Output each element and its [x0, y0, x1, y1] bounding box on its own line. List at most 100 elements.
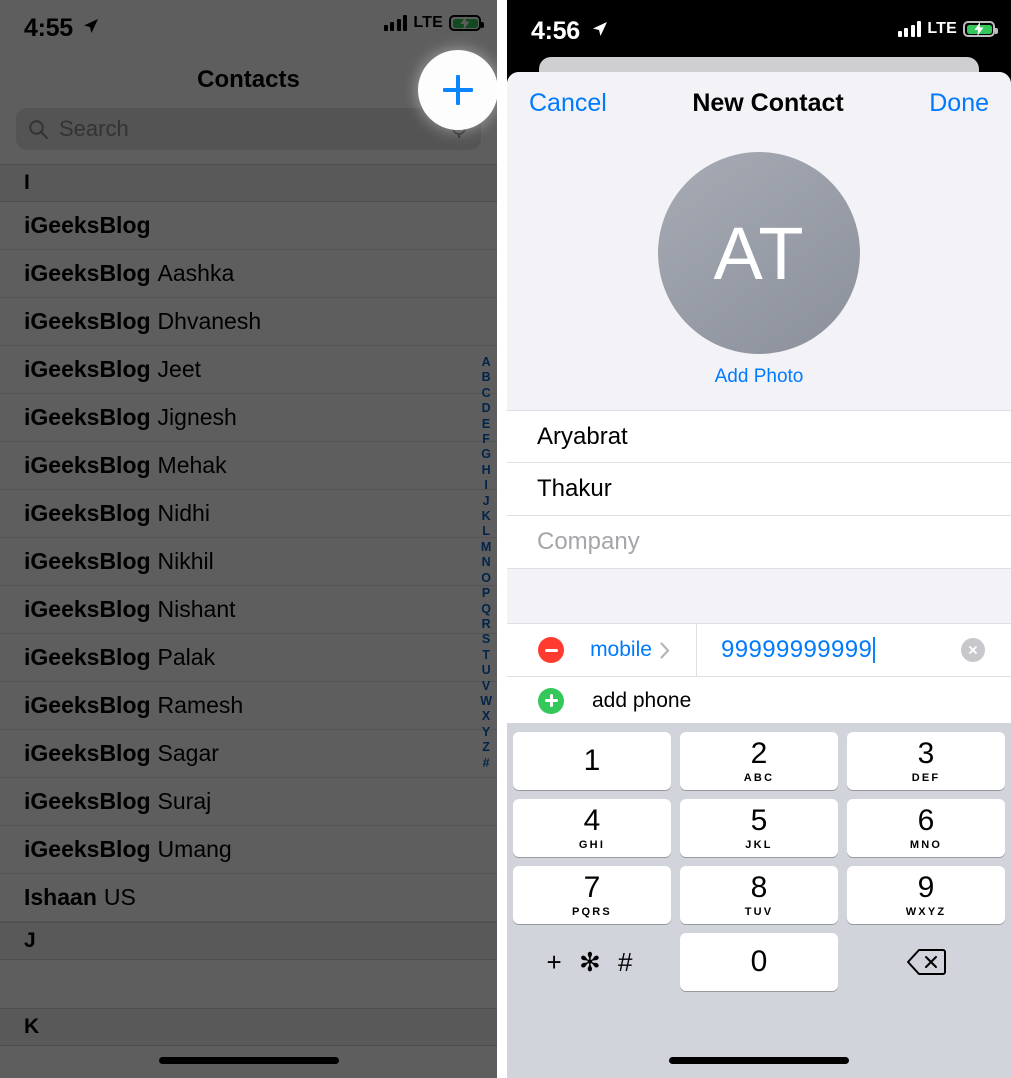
- index-letter[interactable]: K: [482, 509, 491, 524]
- keypad-row: 7 PQRS 8 TUV 9 WXYZ: [513, 866, 1005, 924]
- delete-key[interactable]: [847, 933, 1005, 991]
- last-name-field[interactable]: Thakur: [507, 463, 1011, 516]
- list-item[interactable]: iGeeksBlog: [0, 202, 497, 250]
- index-letter[interactable]: O: [481, 571, 491, 586]
- list-item[interactable]: iGeeksBlog Jignesh: [0, 394, 497, 442]
- index-letter[interactable]: N: [482, 555, 491, 570]
- key-3[interactable]: 3 DEF: [847, 732, 1005, 790]
- key-6[interactable]: 6 MNO: [847, 799, 1005, 857]
- key-digit: 5: [750, 803, 768, 837]
- section-header-k: K: [0, 1008, 497, 1046]
- contact-last-name: iGeeksBlog: [24, 452, 151, 478]
- index-letter[interactable]: X: [482, 709, 490, 724]
- index-letter[interactable]: B: [482, 370, 491, 385]
- key-8[interactable]: 8 TUV: [680, 866, 838, 924]
- numeric-keypad[interactable]: 1 2 ABC 3 DEF 4 GHI 5 JKL 6 MNO 7 PQRS 8…: [507, 723, 1011, 1078]
- search-placeholder: Search: [59, 116, 129, 141]
- add-phone-row[interactable]: add phone: [507, 677, 1011, 724]
- charging-bolt-icon: [974, 22, 984, 36]
- index-letter[interactable]: E: [482, 417, 490, 432]
- done-button[interactable]: Done: [929, 89, 989, 118]
- search-input[interactable]: Search: [16, 108, 481, 150]
- index-letter[interactable]: S: [482, 632, 490, 647]
- index-letter[interactable]: L: [482, 524, 490, 539]
- key-4[interactable]: 4 GHI: [513, 799, 671, 857]
- list-item[interactable]: iGeeksBlog Sagar: [0, 730, 497, 778]
- add-photo-button[interactable]: Add Photo: [715, 366, 804, 388]
- list-item[interactable]: iGeeksBlog Suraj: [0, 778, 497, 826]
- phone-label-selector[interactable]: mobile: [564, 624, 697, 676]
- right-phone-screen: 4:56 LTE Cancel New Contact Done AT Add …: [507, 0, 1011, 1078]
- index-letter[interactable]: M: [481, 540, 491, 555]
- list-item[interactable]: iGeeksBlog Nidhi: [0, 490, 497, 538]
- list-item[interactable]: iGeeksBlog Nishant: [0, 586, 497, 634]
- phone-number-input[interactable]: 99999999999: [697, 636, 1011, 664]
- list-item[interactable]: iGeeksBlog Jeet: [0, 346, 497, 394]
- contacts-list[interactable]: I iGeeksBlog iGeeksBlog Aashka iGeeksBlog…: [0, 164, 497, 1078]
- dual-screenshot: 4:55 LTE Contacts Search I iGeeksBlog iG…: [0, 0, 1011, 1078]
- avatar[interactable]: AT: [658, 152, 860, 354]
- list-item[interactable]: iGeeksBlog Palak: [0, 634, 497, 682]
- keypad-row: 1 2 ABC 3 DEF: [513, 732, 1005, 790]
- first-name-field[interactable]: Aryabrat: [507, 410, 1011, 463]
- index-letter[interactable]: I: [484, 478, 487, 493]
- plus-circle-icon[interactable]: [538, 687, 564, 714]
- symbols-label: + ✻ #: [546, 946, 638, 977]
- key-1[interactable]: 1: [513, 732, 671, 790]
- contact-last-name: iGeeksBlog: [24, 404, 151, 430]
- list-item[interactable]: iGeeksBlog Dhvanesh: [0, 298, 497, 346]
- index-letter[interactable]: R: [482, 617, 491, 632]
- index-letter[interactable]: W: [480, 694, 492, 709]
- index-letter[interactable]: Z: [482, 740, 490, 755]
- keypad-row: 4 GHI 5 JKL 6 MNO: [513, 799, 1005, 857]
- key-0[interactable]: 0: [680, 933, 838, 991]
- list-item[interactable]: iGeeksBlog Ramesh: [0, 682, 497, 730]
- contact-last-name: iGeeksBlog: [24, 836, 151, 862]
- index-letter[interactable]: A: [482, 355, 491, 370]
- index-letter[interactable]: V: [482, 679, 490, 694]
- key-5[interactable]: 5 JKL: [680, 799, 838, 857]
- contact-last-name: iGeeksBlog: [24, 548, 151, 574]
- phone-entry-row: mobile 99999999999: [507, 624, 1011, 677]
- key-letters: MNO: [909, 838, 943, 851]
- minus-circle-icon[interactable]: [538, 637, 564, 663]
- key-digit: 6: [917, 803, 935, 837]
- index-letter[interactable]: U: [482, 663, 491, 678]
- status-bar: 4:55 LTE: [0, 0, 497, 52]
- cancel-button[interactable]: Cancel: [529, 89, 607, 118]
- list-item[interactable]: Ishaan US: [0, 874, 497, 922]
- status-bar: 4:56 LTE: [507, 0, 1011, 60]
- key-symbols[interactable]: + ✻ #: [513, 933, 671, 991]
- key-9[interactable]: 9 WXYZ: [847, 866, 1005, 924]
- list-item[interactable]: iGeeksBlog Nikhil: [0, 538, 497, 586]
- location-arrow-icon: [84, 19, 98, 33]
- search-icon: [29, 119, 48, 139]
- index-letter[interactable]: G: [481, 447, 491, 462]
- list-item[interactable]: iGeeksBlog Aashka: [0, 250, 497, 298]
- keypad-row: + ✻ # 0: [513, 933, 1005, 991]
- index-letter[interactable]: #: [483, 756, 490, 771]
- key-digit: 0: [750, 945, 768, 978]
- key-digit: 7: [583, 870, 601, 904]
- index-letter[interactable]: P: [482, 586, 490, 601]
- key-2[interactable]: 2 ABC: [680, 732, 838, 790]
- index-letter[interactable]: C: [482, 386, 491, 401]
- empty-row: [0, 960, 497, 1008]
- index-letter[interactable]: T: [482, 648, 490, 663]
- list-item[interactable]: iGeeksBlog Mehak: [0, 442, 497, 490]
- alphabet-index[interactable]: A B C D E F G H I J K L M N O P Q R S T …: [480, 355, 492, 771]
- index-letter[interactable]: Y: [482, 725, 490, 740]
- index-letter[interactable]: H: [482, 463, 491, 478]
- list-item[interactable]: iGeeksBlog Umang: [0, 826, 497, 874]
- key-7[interactable]: 7 PQRS: [513, 866, 671, 924]
- clear-circle-icon[interactable]: [961, 638, 985, 662]
- chevron-right-icon: [660, 641, 670, 659]
- company-field[interactable]: Company: [507, 516, 1011, 569]
- add-contact-button[interactable]: [418, 50, 497, 130]
- status-indicators: LTE: [383, 14, 484, 32]
- index-letter[interactable]: D: [482, 401, 491, 416]
- section-header-j: J: [0, 922, 497, 960]
- index-letter[interactable]: F: [482, 432, 490, 447]
- index-letter[interactable]: Q: [481, 602, 491, 617]
- index-letter[interactable]: J: [483, 494, 490, 509]
